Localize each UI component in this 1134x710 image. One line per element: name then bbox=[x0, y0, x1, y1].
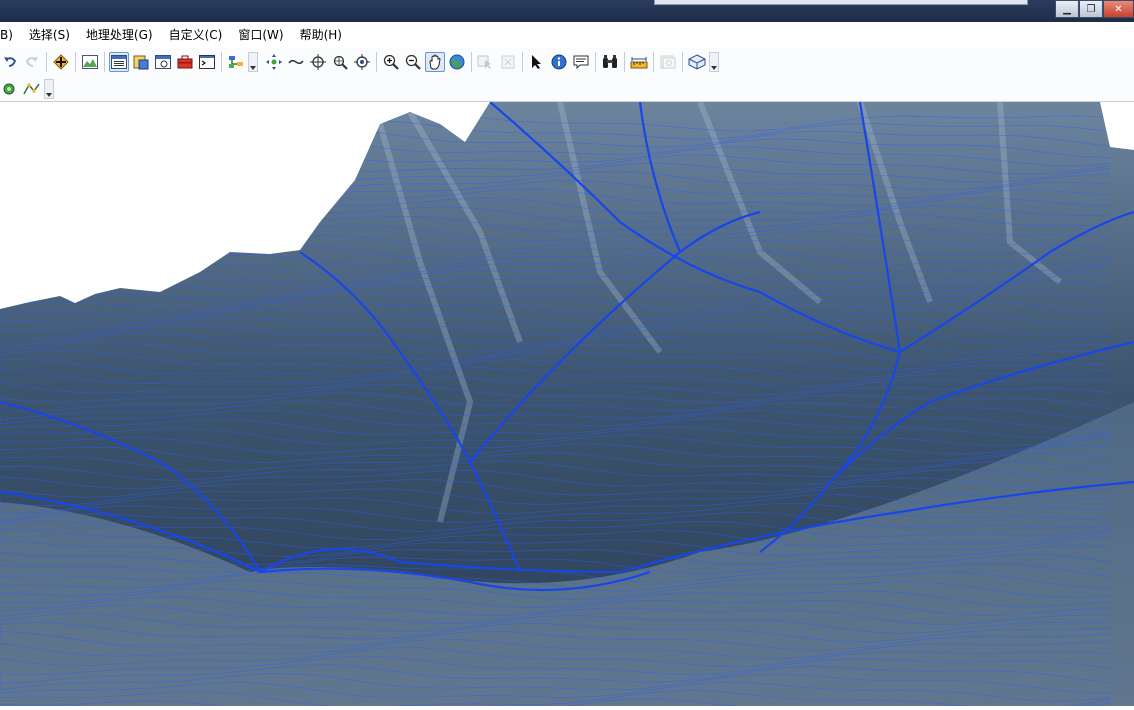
edit-vertices-icon bbox=[23, 83, 40, 94]
measure-button[interactable] bbox=[629, 52, 649, 72]
ruler-icon bbox=[630, 57, 648, 69]
window-icon bbox=[155, 55, 171, 69]
fly-button[interactable] bbox=[286, 52, 306, 72]
toolbar-separator bbox=[221, 52, 222, 72]
pan-button[interactable] bbox=[425, 52, 445, 72]
toolbar-separator bbox=[471, 52, 472, 72]
find-button[interactable] bbox=[600, 52, 620, 72]
toolbar-separator bbox=[682, 52, 683, 72]
observer-icon bbox=[354, 54, 370, 70]
menu-selection[interactable]: 选择(S) bbox=[21, 22, 78, 48]
python-window-button[interactable] bbox=[197, 52, 217, 72]
title-bar-field bbox=[654, 0, 1028, 5]
toolbar-overflow-button[interactable] bbox=[248, 52, 258, 72]
restore-icon: ❐ bbox=[1086, 3, 1096, 15]
edit-tool-button[interactable] bbox=[22, 79, 42, 99]
clear-selection-button[interactable] bbox=[498, 52, 518, 72]
close-button[interactable]: ✕ bbox=[1103, 0, 1134, 18]
undo-button[interactable] bbox=[0, 52, 20, 72]
toolbar2-overflow-button[interactable] bbox=[44, 78, 54, 99]
toolbar-separator bbox=[376, 52, 377, 72]
select-features-icon bbox=[477, 55, 491, 69]
search-window-button[interactable] bbox=[153, 52, 173, 72]
toolbar-separator bbox=[522, 52, 523, 72]
secondary-toolbar bbox=[0, 76, 1134, 102]
toolbox-icon bbox=[177, 55, 193, 69]
select-elements-button[interactable] bbox=[527, 52, 547, 72]
menu-geoprocessing[interactable]: 地理处理(G) bbox=[78, 22, 161, 48]
catalog-button[interactable] bbox=[131, 52, 151, 72]
3d-scene-view[interactable] bbox=[0, 102, 1134, 706]
green-layer-icon bbox=[3, 83, 15, 94]
menu-bookmarks[interactable]: B) bbox=[0, 22, 21, 48]
select-features-button[interactable] bbox=[476, 52, 496, 72]
popup-icon bbox=[573, 55, 589, 70]
menu-bar: B) 选择(S) 地理处理(G) 自定义(C) 窗口(W) 帮助(H) bbox=[0, 22, 1134, 48]
zoom-out-button[interactable] bbox=[403, 52, 423, 72]
menu-windows[interactable]: 窗口(W) bbox=[230, 22, 291, 48]
window-list-icon bbox=[111, 55, 127, 69]
redo-arrow-icon bbox=[25, 57, 38, 67]
add-data-button[interactable] bbox=[51, 52, 71, 72]
center-target-button[interactable] bbox=[308, 52, 328, 72]
animation-button[interactable] bbox=[658, 52, 678, 72]
console-icon bbox=[199, 55, 215, 69]
terrain-scene bbox=[0, 102, 1134, 706]
binoculars-icon bbox=[603, 55, 617, 68]
undo-arrow-icon bbox=[4, 57, 17, 67]
zoom-target-icon bbox=[333, 55, 348, 70]
redo-button[interactable] bbox=[22, 52, 42, 72]
zoom-in-button[interactable] bbox=[381, 52, 401, 72]
minimize-icon: ▁ bbox=[1063, 3, 1071, 15]
toolbar-overflow-button-end[interactable] bbox=[709, 52, 719, 72]
navigate-button[interactable] bbox=[264, 52, 284, 72]
navigate-icon bbox=[266, 54, 282, 70]
chevron-down-icon bbox=[46, 92, 52, 97]
zoom-out-icon bbox=[405, 54, 421, 70]
add-data-icon bbox=[53, 54, 69, 70]
window-controls: ▁ ❐ ✕ bbox=[1055, 0, 1134, 18]
menu-customize[interactable]: 自定义(C) bbox=[161, 22, 231, 48]
toolbar-separator bbox=[75, 52, 76, 72]
identify-button[interactable] bbox=[549, 52, 569, 72]
toolbar-separator bbox=[624, 52, 625, 72]
model-builder-icon bbox=[229, 56, 243, 68]
title-bar: ▁ ❐ ✕ bbox=[0, 0, 1134, 22]
zoom-in-icon bbox=[383, 54, 399, 70]
catalog-icon bbox=[133, 55, 149, 70]
clear-selection-icon bbox=[501, 55, 515, 69]
toolbar-separator bbox=[595, 52, 596, 72]
arctoolbox-button[interactable] bbox=[175, 52, 195, 72]
minimize-button[interactable]: ▁ bbox=[1055, 0, 1079, 18]
close-icon: ✕ bbox=[1114, 3, 1123, 15]
model-builder-button[interactable] bbox=[226, 52, 246, 72]
arrow-cursor-icon bbox=[532, 55, 541, 69]
terrain-frame-icon bbox=[82, 55, 98, 69]
pan-hand-icon bbox=[429, 54, 441, 70]
chevron-down-icon bbox=[250, 66, 256, 70]
target-cross-icon bbox=[310, 54, 326, 70]
menu-help[interactable]: 帮助(H) bbox=[292, 22, 350, 48]
toolbar-separator bbox=[653, 52, 654, 72]
toolbar-separator bbox=[104, 52, 105, 72]
scene-properties-button[interactable] bbox=[687, 52, 707, 72]
toolbar-separator bbox=[46, 52, 47, 72]
set-observer-button[interactable] bbox=[352, 52, 372, 72]
zoom-to-target-button[interactable] bbox=[330, 52, 350, 72]
globe-icon bbox=[449, 54, 465, 70]
chevron-down-icon bbox=[711, 66, 717, 70]
table-of-contents-button[interactable] bbox=[109, 52, 129, 72]
full-extent-globe-button[interactable] bbox=[447, 52, 467, 72]
full-extent-button[interactable] bbox=[80, 52, 100, 72]
html-popup-button[interactable] bbox=[571, 52, 591, 72]
layer-tool-button[interactable] bbox=[0, 79, 20, 99]
standard-toolbar bbox=[0, 48, 1134, 76]
animation-icon bbox=[660, 55, 676, 69]
info-icon bbox=[551, 54, 567, 70]
maximize-button[interactable]: ❐ bbox=[1079, 0, 1103, 18]
scene-box-icon bbox=[688, 54, 706, 70]
fly-icon bbox=[288, 59, 304, 65]
